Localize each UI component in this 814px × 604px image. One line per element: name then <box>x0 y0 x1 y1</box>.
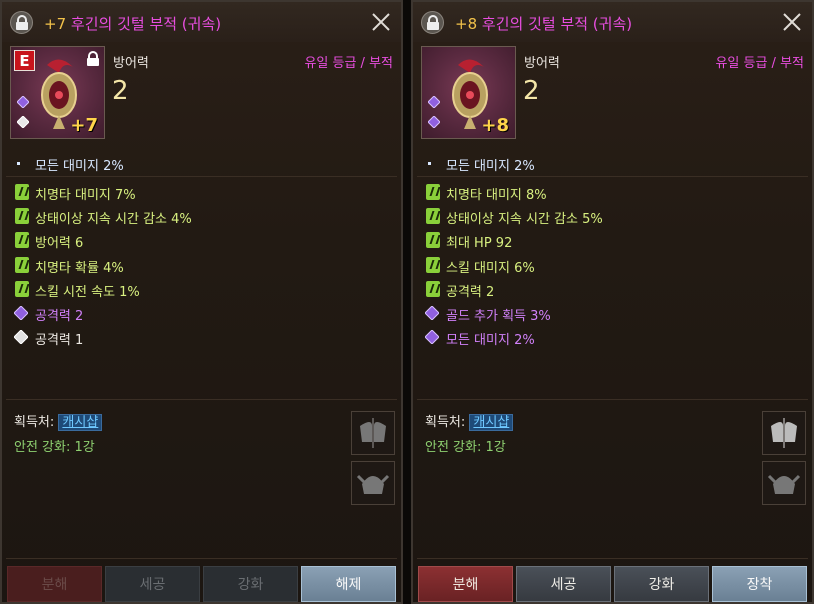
panel-gap <box>403 0 411 604</box>
item-lock-icon <box>87 51 99 66</box>
acquire-link[interactable]: 캐시샵 <box>469 414 514 431</box>
defense-label: 방어력 <box>524 56 560 71</box>
divider <box>6 558 397 559</box>
green-stat-icon <box>15 257 29 273</box>
divider <box>6 176 397 177</box>
equipped-badge: E <box>14 50 35 71</box>
purple-gem-icon <box>428 116 440 128</box>
divider <box>417 176 808 177</box>
green-stat-text: 스킬 대미지 6% <box>446 261 535 276</box>
item-enhance-level: +8 <box>455 15 478 33</box>
icon-enhance-level: +7 <box>70 115 98 136</box>
green-stat-text: 최대 HP 92 <box>446 236 513 251</box>
item-tooltip-left: +7 후긴의 깃털 부적 (귀속) E +7 방어력 2 유일 등급 / 부적 … <box>0 0 403 604</box>
bullet-icon <box>428 162 431 165</box>
item-icon: +8 <box>421 46 516 139</box>
divider <box>417 558 808 559</box>
acquire-source: 획득처: 캐시샵 <box>14 411 103 431</box>
purple-stat-text: 골드 추가 획득 3% <box>446 309 551 324</box>
green-stat-icon <box>15 281 29 297</box>
acquire-label: 획득처: <box>14 415 55 430</box>
close-icon[interactable] <box>371 12 391 32</box>
item-grade: 유일 등급 / 부적 <box>304 56 393 71</box>
defense-value: 2 <box>112 76 129 106</box>
split-helmet-icon <box>771 418 797 448</box>
green-stat-text: 방어력 6 <box>35 236 84 251</box>
green-stat-text: 치명타 대미지 7% <box>35 188 136 203</box>
item-name: 후긴의 깃털 부적 (귀속) <box>70 15 222 33</box>
disassemble-button[interactable]: 분해 <box>418 566 513 602</box>
bullet-icon <box>17 162 20 165</box>
green-stat-text: 상태이상 지속 시간 감소 5% <box>446 212 603 227</box>
green-stat-text: 치명타 확률 4% <box>35 261 124 276</box>
enhance-button[interactable]: 강화 <box>614 566 709 602</box>
item-title: +7 후긴의 깃털 부적 (귀속) <box>44 13 221 34</box>
acquire-link[interactable]: 캐시샵 <box>58 414 103 431</box>
acquire-source: 획득처: 캐시샵 <box>425 411 514 431</box>
preview-button[interactable] <box>762 461 806 505</box>
green-stat-icon <box>15 232 29 248</box>
enhance-button[interactable]: 강화 <box>203 566 298 602</box>
item-enhance-level: +7 <box>44 15 67 33</box>
title-bar: +8 후긴의 깃털 부적 (귀속) <box>413 2 812 42</box>
safe-enhance: 안전 강화: 1강 <box>425 440 506 455</box>
acquire-label: 획득처: <box>425 415 466 430</box>
helmet-icon <box>767 474 801 494</box>
purple-gem-icon <box>425 330 439 344</box>
base-stat-text: 모든 대미지 2% <box>446 159 535 174</box>
item-icon: E +7 <box>10 46 105 139</box>
safe-enhance: 안전 강화: 1강 <box>14 440 95 455</box>
green-stat-text: 스킬 시전 속도 1% <box>35 285 140 300</box>
lock-icon[interactable] <box>10 11 33 34</box>
compare-button[interactable] <box>351 411 395 455</box>
white-stat-text: 공격력 1 <box>35 333 84 348</box>
craft-button[interactable]: 세공 <box>105 566 200 602</box>
green-stat-icon <box>426 281 440 297</box>
purple-stat-text: 공격력 2 <box>35 309 84 324</box>
purple-gem-icon <box>17 96 29 108</box>
green-stat-icon <box>426 232 440 248</box>
split-helmet-icon <box>360 418 386 448</box>
green-stat-text: 공격력 2 <box>446 285 495 300</box>
base-stat-text: 모든 대미지 2% <box>35 159 124 174</box>
title-bar: +7 후긴의 깃털 부적 (귀속) <box>2 2 401 42</box>
compare-button[interactable] <box>762 411 806 455</box>
purple-stat-text: 모든 대미지 2% <box>446 333 535 348</box>
item-tooltip-right: +8 후긴의 깃털 부적 (귀속) +8 방어력 2 유일 등급 / 부적 모든… <box>411 0 814 604</box>
green-stat-icon <box>426 257 440 273</box>
green-stat-text: 치명타 대미지 8% <box>446 188 547 203</box>
green-stat-icon <box>426 184 440 200</box>
icon-enhance-level: +8 <box>481 115 509 136</box>
purple-gem-icon <box>428 96 440 108</box>
green-stat-icon <box>426 208 440 224</box>
disassemble-button[interactable]: 분해 <box>7 566 102 602</box>
item-title: +8 후긴의 깃털 부적 (귀속) <box>455 13 632 34</box>
craft-button[interactable]: 세공 <box>516 566 611 602</box>
equip-button[interactable]: 장착 <box>712 566 807 602</box>
white-gem-icon <box>17 116 29 128</box>
purple-gem-icon <box>14 306 28 320</box>
purple-gem-icon <box>425 306 439 320</box>
divider <box>6 399 397 400</box>
green-stat-icon <box>15 208 29 224</box>
close-icon[interactable] <box>782 12 802 32</box>
lock-icon[interactable] <box>421 11 444 34</box>
divider <box>417 399 808 400</box>
item-grade: 유일 등급 / 부적 <box>715 56 804 71</box>
helmet-icon <box>356 474 390 494</box>
defense-label: 방어력 <box>113 56 149 71</box>
item-name: 후긴의 깃털 부적 (귀속) <box>481 15 633 33</box>
defense-value: 2 <box>523 76 540 106</box>
unequip-button[interactable]: 해제 <box>301 566 396 602</box>
green-stat-icon <box>15 184 29 200</box>
green-stat-text: 상태이상 지속 시간 감소 4% <box>35 212 192 227</box>
preview-button[interactable] <box>351 461 395 505</box>
white-gem-icon <box>14 330 28 344</box>
